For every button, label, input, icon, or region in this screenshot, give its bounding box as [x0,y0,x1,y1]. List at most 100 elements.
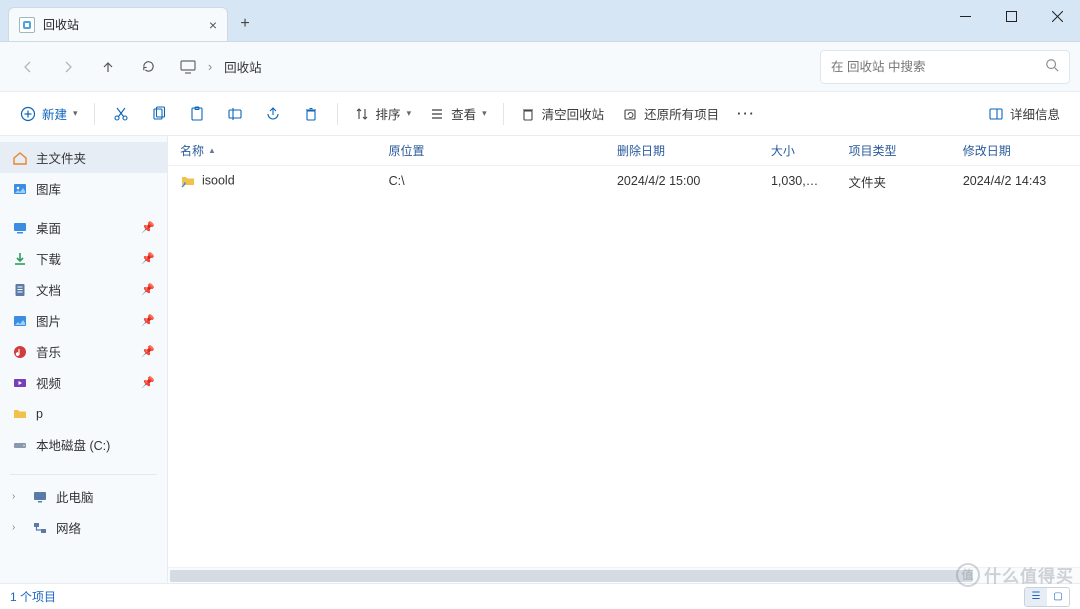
maximize-button[interactable] [988,0,1034,32]
sidebar: 主文件夹图库 桌面📌下载📌文档📌图片📌音乐📌视频📌p本地磁盘 (C:) ›此电脑… [0,136,168,583]
search-box[interactable] [820,50,1070,84]
watermark-text: 什么值得买 [984,562,1074,587]
sort-icon [354,106,370,122]
chevron-down-icon: ▾ [407,108,412,119]
sort-button[interactable]: 排序 ▾ [346,98,420,130]
close-window-button[interactable] [1034,0,1080,32]
cell-type: 文件夹 [837,172,951,191]
minimize-button[interactable] [942,0,988,32]
divider [94,103,95,125]
cell-origPath: C:\ [377,174,605,188]
sidebar-item-desktop[interactable]: 桌面📌 [0,212,167,243]
delete-button[interactable] [293,98,329,130]
scrollbar-thumb[interactable] [170,570,973,582]
window-controls [942,0,1080,32]
view-details-button[interactable]: ☰ [1025,588,1047,606]
details-pane-button[interactable]: 详细信息 [980,98,1068,130]
share-button[interactable] [255,98,291,130]
chevron-down-icon: ▾ [73,108,78,119]
column-headers: 名称▲原位置删除日期 大小 项目类型修改日期 [168,136,1080,166]
sidebar-item-doc[interactable]: 文档📌 [0,274,167,305]
divider [337,103,338,125]
cell-modDate: 2024/4/2 14:43 [951,174,1080,188]
paste-button[interactable] [179,98,215,130]
watermark-icon: 值 [956,563,980,587]
column-header-origPath[interactable]: 原位置 [377,136,605,165]
sidebar-primary-group: 主文件夹图库 [0,142,167,212]
folder-icon [12,406,28,422]
column-header-type[interactable]: 项目类型 [837,136,951,165]
sidebar-item-label: 视频 [36,373,61,392]
new-button[interactable]: 新建 ▾ [12,98,86,130]
pc-icon [32,489,48,505]
toolbar: 新建 ▾ 排序 ▾ 查看 ▾ 清空回收站 还原所有项目 ··· 详细信息 [0,92,1080,136]
column-header-size[interactable]: 大小 [759,136,837,165]
monitor-icon [180,60,196,74]
sidebar-item-label: 下载 [36,249,61,268]
drive-icon [12,437,28,453]
tab-title: 回收站 [43,16,79,33]
column-label: 名称 [180,142,204,159]
sidebar-item-label: 音乐 [36,342,61,361]
tab-close-icon[interactable]: × [209,17,217,33]
restore-all-button[interactable]: 还原所有项目 [614,98,727,130]
horizontal-scrollbar[interactable] [168,567,1080,583]
tab-active[interactable]: 回收站 × [8,7,228,41]
network-icon [32,520,48,536]
sidebar-item-pc[interactable]: ›此电脑 [0,481,167,512]
trash-icon [303,106,319,122]
column-header-name[interactable]: 名称▲ [168,136,377,165]
pin-icon: 📌 [141,314,155,327]
view-button[interactable]: 查看 ▾ [421,98,495,130]
pin-icon: 📌 [141,376,155,389]
status-item-count: 1 个项目 [10,588,56,605]
pin-icon: 📌 [141,345,155,358]
scissors-icon [113,106,129,122]
trash-icon [520,106,536,122]
pin-icon: 📌 [141,283,155,296]
more-button[interactable]: ··· [729,98,764,130]
tab-strip: 回收站 × + [0,0,262,41]
details-pane-icon [988,106,1004,122]
search-input[interactable] [831,60,1045,74]
forward-button[interactable] [50,50,86,84]
plus-circle-icon [20,106,36,122]
titlebar: 回收站 × + [0,0,1080,42]
up-button[interactable] [90,50,126,84]
sidebar-item-music[interactable]: 音乐 📌 [0,336,167,367]
sidebar-root-group: ›此电脑›网络 [0,481,167,551]
sidebar-item-video[interactable]: 视频 📌 [0,367,167,398]
copy-button[interactable] [141,98,177,130]
sidebar-item-download[interactable]: 下载📌 [0,243,167,274]
sidebar-item-label: 桌面 [36,218,61,237]
empty-bin-button[interactable]: 清空回收站 [512,98,613,130]
cut-button[interactable] [103,98,139,130]
download-icon [12,251,28,267]
column-label: 大小 [771,142,795,159]
video-icon [12,375,28,391]
sidebar-item-gallery[interactable]: 图库 [0,173,167,204]
rename-button[interactable] [217,98,253,130]
sidebar-item-home[interactable]: 主文件夹 [0,142,167,173]
sidebar-item-label: 图库 [36,179,61,198]
sidebar-item-drive[interactable]: 本地磁盘 (C:) [0,429,167,460]
new-tab-button[interactable]: + [228,7,262,41]
divider [503,103,504,125]
picture-icon [12,313,28,329]
share-icon [265,106,281,122]
back-button[interactable] [10,50,46,84]
sidebar-item-folder[interactable]: p [0,398,167,429]
table-row[interactable]: isooldC:\2024/4/2 15:001,030,140...文件夹20… [168,166,1080,196]
column-header-modDate[interactable]: 修改日期 [951,136,1080,165]
refresh-button[interactable] [130,50,166,84]
restore-all-label: 还原所有项目 [644,104,719,123]
address-bar[interactable]: › 回收站 [170,50,816,84]
sidebar-item-label: 此电脑 [56,487,94,506]
view-icons-button[interactable]: ▢ [1047,588,1069,606]
view-list-icon [429,106,445,122]
column-label: 删除日期 [617,142,665,159]
sidebar-item-picture[interactable]: 图片📌 [0,305,167,336]
column-header-delDate[interactable]: 删除日期 [605,136,759,165]
sidebar-item-network[interactable]: ›网络 [0,512,167,543]
restore-icon [622,106,638,122]
